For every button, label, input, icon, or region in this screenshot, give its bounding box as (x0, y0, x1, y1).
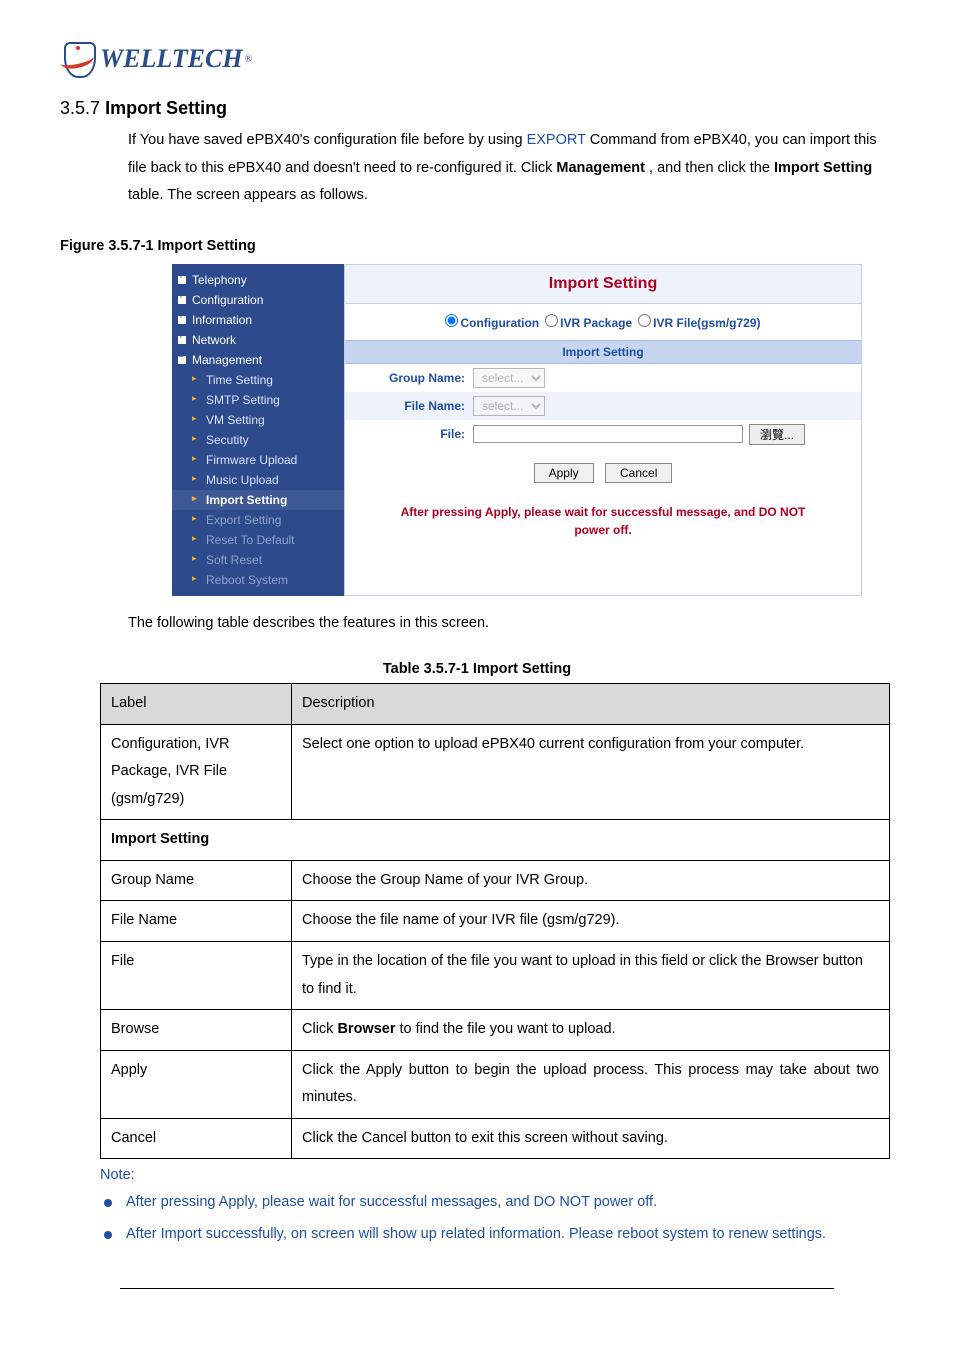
table-row: File Type in the location of the file yo… (101, 942, 890, 1010)
radio-configuration[interactable]: Configuration (445, 314, 539, 330)
radio-ivr-package-input[interactable] (545, 314, 558, 327)
radio-ivr-file-label: IVR File(gsm/g729) (653, 316, 760, 330)
cell-label: Browse (101, 1010, 292, 1051)
cancel-button[interactable]: Cancel (605, 463, 672, 483)
sidebar-sub-music-upload[interactable]: Music Upload (172, 470, 344, 490)
table-row: Browse Click Browser to find the file yo… (101, 1010, 890, 1051)
bullet-item: After Import successfully, on screen wil… (100, 1221, 894, 1249)
section-heading: 3.5.7 Import Setting (60, 98, 894, 119)
sidebar-sub-reboot-system[interactable]: Reboot System (172, 570, 344, 590)
radio-configuration-input[interactable] (445, 314, 458, 327)
sidebar-sub-export-setting[interactable]: Export Setting (172, 510, 344, 530)
table-row: Cancel Click the Cancel button to exit t… (101, 1118, 890, 1159)
cell-desc-pre: Click (302, 1021, 337, 1037)
sidebar-sub-firmware-upload[interactable]: Firmware Upload (172, 450, 344, 470)
sidebar-sub-time-setting[interactable]: Time Setting (172, 370, 344, 390)
app-screenshot: Telephony Configuration Information Netw… (172, 264, 862, 596)
sidebar-sub-reset-to-default[interactable]: Reset To Default (172, 530, 344, 550)
radio-ivr-package-label: IVR Package (560, 316, 632, 330)
cell-span: Import Setting (101, 820, 890, 861)
cell-desc: Choose the Group Name of your IVR Group. (292, 860, 890, 901)
logo-text: WELLTECH (100, 44, 243, 74)
brand-logo: WELLTECH ® (60, 40, 894, 78)
cell-label: Apply (101, 1050, 292, 1118)
cell-label: Cancel (101, 1118, 292, 1159)
intro-text-1: If You have saved ePBX40's configuration… (128, 132, 527, 148)
cell-desc: Click the Apply button to begin the uplo… (292, 1050, 890, 1118)
file-name-row: File Name: select... (345, 392, 861, 420)
warning-line-1: After pressing Apply, please wait for su… (401, 505, 806, 519)
intro-text-3: , and then click the (649, 160, 774, 176)
bullet-item: After pressing Apply, please wait for su… (100, 1189, 894, 1217)
sidebar-sub-smtp-setting[interactable]: SMTP Setting (172, 390, 344, 410)
file-input[interactable] (473, 425, 743, 443)
table-header-description: Description (292, 684, 890, 725)
cell-desc: Click the Cancel button to exit this scr… (292, 1118, 890, 1159)
intro-paragraph: If You have saved ePBX40's configuration… (128, 127, 894, 210)
file-label: File: (355, 427, 473, 441)
main-panel: Import Setting Configuration IVR Package… (344, 264, 862, 596)
group-name-row: Group Name: select... (345, 364, 861, 392)
table-row: Group Name Choose the Group Name of your… (101, 860, 890, 901)
file-row: File: 瀏覽... (345, 420, 861, 449)
table-caption: Table 3.5.7-1 Import Setting (60, 661, 894, 677)
intro-bold-import: Import Setting (774, 160, 872, 176)
sidebar-sub-import-setting[interactable]: Import Setting (172, 490, 344, 510)
radio-configuration-label: Configuration (460, 316, 539, 330)
note-label: Note: (100, 1167, 894, 1183)
cell-label: Configuration, IVR Package, IVR File (gs… (101, 724, 292, 820)
cell-desc: Type in the location of the file you wan… (292, 942, 890, 1010)
panel-title: Import Setting (345, 265, 861, 304)
sidebar-sub-security[interactable]: Secutity (172, 430, 344, 450)
cell-desc-bold: Browser (337, 1021, 395, 1037)
radio-ivr-file-input[interactable] (638, 314, 651, 327)
sidebar-sub-soft-reset[interactable]: Soft Reset (172, 550, 344, 570)
logo-mark-icon (60, 40, 98, 78)
description-table: Label Description Configuration, IVR Pac… (100, 683, 890, 1159)
post-figure-text: The following table describes the featur… (128, 610, 894, 638)
radio-ivr-file[interactable]: IVR File(gsm/g729) (638, 314, 760, 330)
cell-label: File Name (101, 901, 292, 942)
file-name-label: File Name: (355, 399, 473, 413)
sidebar-item-information[interactable]: Information (172, 310, 344, 330)
sidebar-item-telephony[interactable]: Telephony (172, 270, 344, 290)
cell-desc: Select one option to upload ePBX40 curre… (292, 724, 890, 820)
cell-label: File (101, 942, 292, 1010)
cell-desc-post: to find the file you want to upload. (395, 1021, 615, 1037)
table-row: File Name Choose the file name of your I… (101, 901, 890, 942)
sidebar-item-management[interactable]: Management (172, 350, 344, 370)
apply-button[interactable]: Apply (534, 463, 594, 483)
table-row: Configuration, IVR Package, IVR File (gs… (101, 724, 890, 820)
file-name-select[interactable]: select... (473, 396, 545, 416)
button-row: Apply Cancel (345, 449, 861, 497)
cell-desc: Click Browser to find the file you want … (292, 1010, 890, 1051)
browse-button[interactable]: 瀏覽... (749, 424, 805, 445)
section-title-text: Import Setting (105, 98, 227, 118)
table-row: Import Setting (101, 820, 890, 861)
radio-ivr-package[interactable]: IVR Package (545, 314, 632, 330)
warning-text: After pressing Apply, please wait for su… (345, 497, 861, 555)
table-row: Apply Click the Apply button to begin th… (101, 1050, 890, 1118)
cell-label: Group Name (101, 860, 292, 901)
table-header-label: Label (101, 684, 292, 725)
intro-bold-management: Management (556, 160, 645, 176)
sidebar-sub-vm-setting[interactable]: VM Setting (172, 410, 344, 430)
section-number: 3.5.7 (60, 98, 100, 118)
intro-text-4: table. The screen appears as follows. (128, 187, 368, 203)
warning-line-2: power off. (574, 523, 631, 537)
sidebar-item-configuration[interactable]: Configuration (172, 290, 344, 310)
cell-desc: Choose the file name of your IVR file (g… (292, 901, 890, 942)
radio-options-row: Configuration IVR Package IVR File(gsm/g… (345, 304, 861, 340)
note-bullets: After pressing Apply, please wait for su… (100, 1189, 894, 1248)
group-name-label: Group Name: (355, 371, 473, 385)
group-name-select[interactable]: select... (473, 368, 545, 388)
import-setting-header: Import Setting (345, 340, 861, 364)
registered-icon: ® (245, 54, 253, 65)
export-link-text: EXPORT (527, 132, 586, 148)
sidebar: Telephony Configuration Information Netw… (172, 264, 344, 596)
figure-caption: Figure 3.5.7-1 Import Setting (60, 238, 894, 254)
sidebar-item-network[interactable]: Network (172, 330, 344, 350)
footer-rule (120, 1288, 834, 1289)
